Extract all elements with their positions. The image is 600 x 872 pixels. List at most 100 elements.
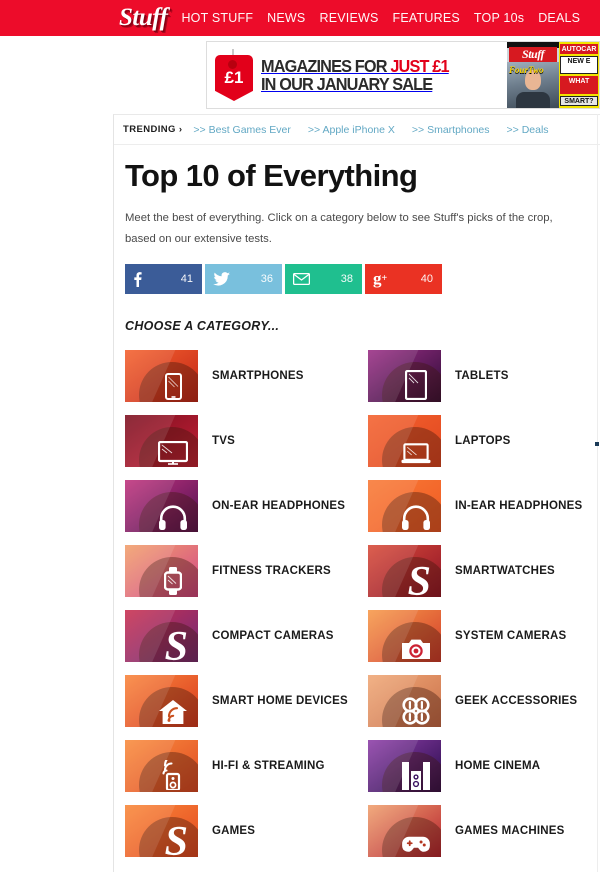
share-facebook-button[interactable]: 41 (125, 263, 202, 294)
category-label: COMPACT CAMERAS (212, 629, 334, 642)
side-cover-line-4: SMART? (560, 96, 598, 106)
email-share-count: 38 (340, 272, 353, 285)
category-item-smart-home-devices[interactable]: SMART HOME DEVICES (125, 674, 368, 727)
price-tag-label: £1 (224, 68, 244, 87)
category-item-tablets[interactable]: TABLETS (368, 349, 600, 402)
cover-masthead: Stuff (509, 47, 557, 62)
home-cinema-icon (401, 756, 431, 790)
category-label: HI-FI & STREAMING (212, 759, 325, 772)
category-item-system-cameras[interactable]: SYSTEM CAMERAS (368, 609, 600, 662)
trending-link-best-games-ever[interactable]: >> Best Games Ever (193, 124, 290, 136)
category-item-tvs[interactable]: TVS (125, 414, 368, 467)
category-label: HOME CINEMA (455, 759, 541, 772)
category-label: LAPTOPS (455, 434, 511, 447)
trending-label: TRENDING › (123, 124, 183, 135)
category-item-geek-accessories[interactable]: GEEK ACCESSORIES (368, 674, 600, 727)
nav-item-reviews[interactable]: REVIEWS (319, 11, 378, 25)
page-root: Stuff HOT STUFF NEWS REVIEWS FEATURES TO… (0, 0, 600, 872)
category-item-games-machines[interactable]: GAMES MACHINES (368, 804, 600, 857)
letter-s-icon: S (164, 818, 188, 857)
googleplus-share-count: 40 (420, 272, 433, 285)
ad-banner[interactable]: £1 MAGAZINES FOR JUST £1 IN OUR JANUARY … (206, 41, 600, 109)
category-label: ON-EAR HEADPHONES (212, 499, 346, 512)
category-thumbnail (125, 739, 198, 792)
headphones-icon (158, 496, 188, 530)
category-grid: SMARTPHONES TABLETS TVS LAPTOPS ON-EAR HEADP… (125, 349, 583, 857)
trending-bar: TRENDING › >> Best Games Ever >> Apple i… (114, 115, 600, 145)
trending-link-apple-iphone-x[interactable]: >> Apple iPhone X (308, 124, 395, 136)
facebook-share-count: 41 (180, 272, 193, 285)
category-item-on-ear-headphones[interactable]: ON-EAR HEADPHONES (125, 479, 368, 532)
ad-region: £1 MAGAZINES FOR JUST £1 IN OUR JANUARY … (0, 36, 600, 114)
site-logo[interactable]: Stuff (119, 5, 168, 32)
ad-headline-line-1: MAGAZINES FOR JUST £1 (261, 55, 450, 76)
category-label: FITNESS TRACKERS (212, 564, 331, 577)
cover-cover-line: FourTwo (509, 65, 544, 75)
smartphone-icon (158, 366, 188, 400)
ad-headline-line-2: IN OUR JANUARY SALE (261, 74, 433, 94)
headphones-icon (401, 496, 431, 530)
category-thumbnail (125, 544, 198, 597)
page-left-gutter (0, 36, 113, 872)
category-thumbnail (125, 349, 198, 402)
right-edge-marker (595, 442, 599, 446)
twitter-share-count: 36 (260, 272, 273, 285)
trending-link-deals[interactable]: >> Deals (507, 124, 549, 136)
category-item-compact-cameras[interactable]: S COMPACT CAMERAS (125, 609, 368, 662)
category-label: SYSTEM CAMERAS (455, 629, 567, 642)
category-label: GAMES (212, 824, 256, 837)
category-label: SMARTWATCHES (455, 564, 555, 577)
site-header: Stuff HOT STUFF NEWS REVIEWS FEATURES TO… (0, 0, 600, 36)
google-plus-icon: g + (373, 269, 388, 289)
price-tag-icon: £1 (213, 49, 255, 101)
magazine-cover-stuff: Stuff FourTwo (507, 42, 559, 108)
nav-item-features[interactable]: FEATURES (393, 11, 460, 25)
right-edge-rule (597, 114, 598, 872)
category-thumbnail (368, 609, 441, 662)
main-nav: HOT STUFF NEWS REVIEWS FEATURES TOP 10s … (181, 11, 580, 25)
side-cover-line-3: WHAT (560, 76, 598, 94)
share-email-button[interactable]: 38 (285, 263, 362, 294)
envelope-icon (293, 272, 310, 285)
category-label: SMARTPHONES (212, 369, 304, 382)
category-label: SMART HOME DEVICES (212, 694, 348, 707)
category-item-laptops[interactable]: LAPTOPS (368, 414, 600, 467)
tv-icon (158, 431, 188, 465)
category-item-in-ear-headphones[interactable]: IN-EAR HEADPHONES (368, 479, 600, 532)
ad-magazine-covers: Stuff FourTwo AUTOCAR NEW E WHAT SMART? (507, 42, 599, 108)
category-label: GAMES MACHINES (455, 824, 565, 837)
page-intro: Meet the best of everything. Click on a … (125, 212, 553, 245)
gamepad-icon (401, 821, 431, 855)
category-item-smartphones[interactable]: SMARTPHONES (125, 349, 368, 402)
nav-item-news[interactable]: NEWS (267, 11, 305, 25)
category-thumbnail (368, 479, 441, 532)
card-body: Top 10 of Everything Meet the best of ev… (114, 145, 600, 857)
category-thumbnail (368, 739, 441, 792)
category-label: TABLETS (455, 369, 509, 382)
category-item-hi-fi-streaming[interactable]: HI-FI & STREAMING (125, 739, 368, 792)
share-googleplus-button[interactable]: g + 40 (365, 263, 442, 294)
category-label: IN-EAR HEADPHONES (455, 499, 583, 512)
category-item-games[interactable]: S GAMES (125, 804, 368, 857)
nav-item-deals[interactable]: DEALS (538, 11, 580, 25)
nav-item-hot-stuff[interactable]: HOT STUFF (181, 11, 253, 25)
category-item-fitness-trackers[interactable]: FITNESS TRACKERS (125, 544, 368, 597)
ad-copy: MAGAZINES FOR JUST £1 IN OUR JANUARY SAL… (261, 57, 463, 93)
category-thumbnail: S (125, 804, 198, 857)
facebook-icon (133, 271, 142, 287)
nav-item-top-10s[interactable]: TOP 10s (474, 11, 524, 25)
category-item-home-cinema[interactable]: HOME CINEMA (368, 739, 600, 792)
smartwatch-icon (158, 561, 188, 595)
smart-home-icon (158, 691, 188, 725)
geek-accessories-icon (401, 691, 431, 725)
page-title: Top 10 of Everything (125, 158, 418, 193)
twitter-icon (213, 272, 230, 286)
share-twitter-button[interactable]: 36 (205, 263, 282, 294)
category-thumbnail: S (125, 609, 198, 662)
category-item-smartwatches[interactable]: S SMARTWATCHES (368, 544, 600, 597)
side-cover-line-2: NEW E (560, 56, 598, 74)
trending-link-smartphones[interactable]: >> Smartphones (412, 124, 490, 136)
letter-s-icon: S (164, 623, 188, 662)
tablet-icon (401, 366, 431, 400)
magazine-cover-side: AUTOCAR NEW E WHAT SMART? (559, 42, 599, 108)
